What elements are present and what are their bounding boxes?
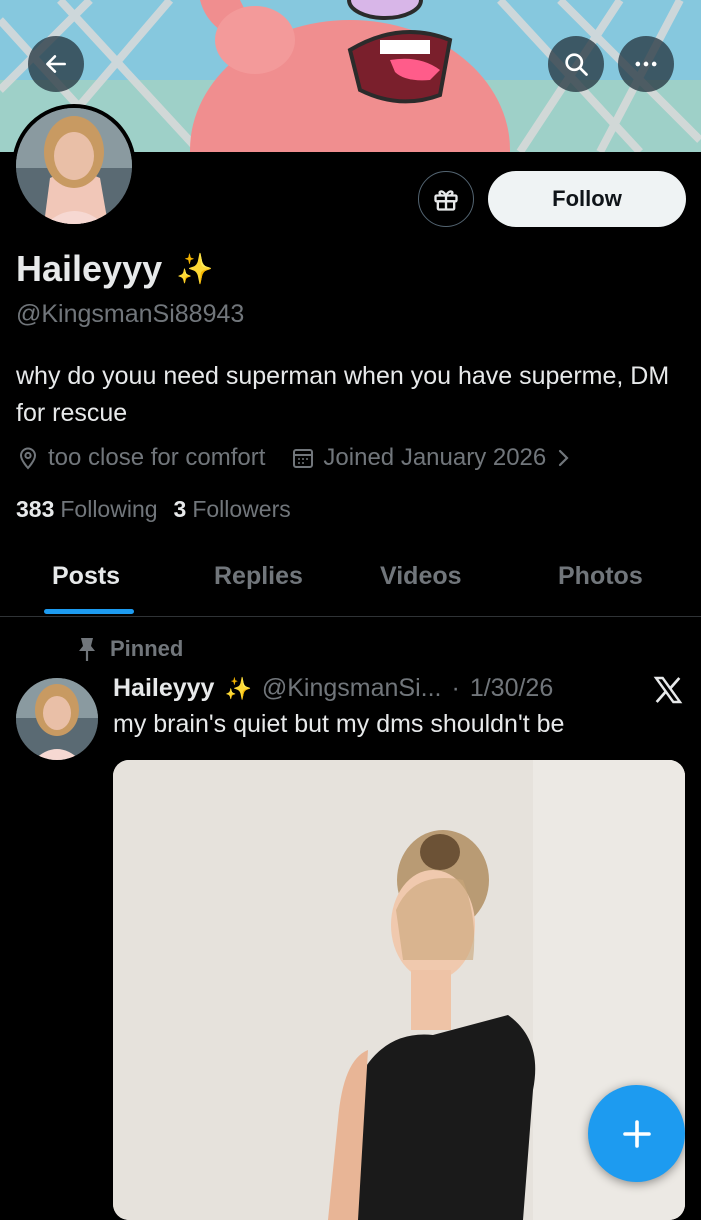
sparkles-emoji: ✨ [176,252,214,286]
profile-name: Haileyyy ✨ [16,248,213,290]
chevron-right-icon [559,449,569,467]
display-name: Haileyyy [16,248,163,289]
pinned-text: Pinned [110,636,184,661]
search-button[interactable] [548,36,604,92]
search-icon [565,53,588,76]
x-logo-icon[interactable] [652,674,684,706]
sparkles-emoji: ✨ [224,675,252,701]
followers-count: 3 [173,496,187,522]
arrow-left-icon [46,55,66,73]
tab-photos[interactable]: Photos [558,562,643,591]
profile-tabs: Posts Replies Videos Photos [0,548,701,617]
location-item: too close for comfort [16,444,265,472]
gift-icon [434,190,458,211]
pinned-label: Pinned [76,636,183,662]
pin-icon [79,638,95,661]
follow-button[interactable]: Follow [488,171,686,227]
profile-handle: @KingsmanSi88943 [16,300,245,328]
following-label: Following [60,496,158,522]
calendar-icon [293,449,314,468]
following-count: 383 [16,496,55,522]
avatar-image [16,678,98,760]
post-author-name[interactable]: Haileyyy [113,674,214,703]
post-text: my brain's quiet but my dms shouldn't be [113,710,565,738]
profile-stats: 383 Following 3 Followers [16,496,291,523]
compose-post-button[interactable] [588,1085,685,1182]
location-pin-icon [19,447,37,470]
tab-videos[interactable]: Videos [380,562,462,591]
followers-stat[interactable]: 3 Followers [174,496,291,523]
tab-posts[interactable]: Posts [52,562,120,591]
followers-label: Followers [192,496,291,522]
post-header: Haileyyy ✨ @KingsmanSi... · 1/30/26 [113,674,553,703]
post-date[interactable]: 1/30/26 [470,674,553,703]
active-tab-indicator [44,609,134,614]
gift-button[interactable] [418,171,474,227]
post-separator: · [451,674,460,702]
joined-text: Joined January 2026 [323,444,547,471]
more-horizontal-icon [635,61,657,67]
more-button[interactable] [618,36,674,92]
back-button[interactable] [28,36,84,92]
joined-item[interactable]: Joined January 2026 [291,444,574,472]
profile-bio: why do youu need superman when you have … [16,362,670,427]
following-stat[interactable]: 383 Following [16,496,158,523]
profile-meta: too close for comfort Joined January 202… [16,444,600,472]
location-text: too close for comfort [48,444,266,471]
profile-avatar[interactable] [12,104,136,228]
avatar-image [16,108,132,224]
tab-replies[interactable]: Replies [214,562,303,591]
post-author-handle[interactable]: @KingsmanSi... [262,674,442,703]
plus-icon [622,1119,651,1148]
post-author-avatar[interactable] [16,678,98,760]
